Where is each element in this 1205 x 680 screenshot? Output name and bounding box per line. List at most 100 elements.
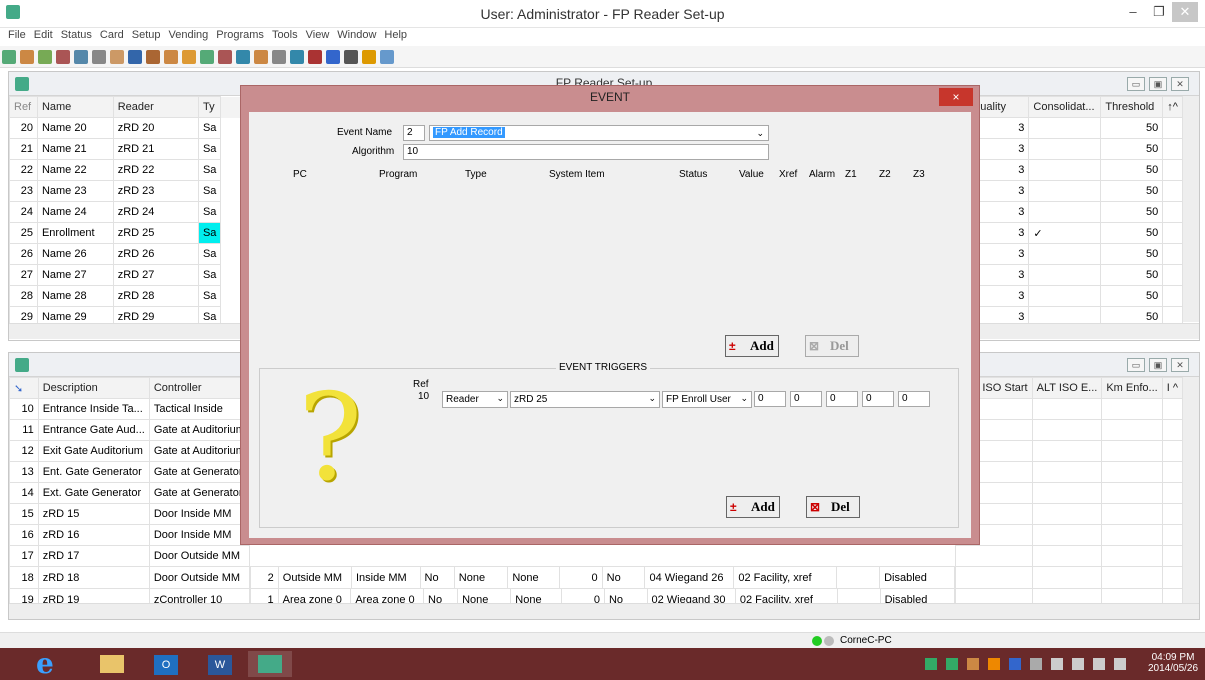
trigger-action-select[interactable]: FP Enroll User ⌄ xyxy=(662,391,752,408)
toolbar-button-icon[interactable] xyxy=(182,50,196,64)
trigger-value-field[interactable]: 0 xyxy=(790,391,822,407)
restore-button[interactable]: ❐ xyxy=(1146,4,1172,20)
pane-maximize-button[interactable]: ▣ xyxy=(1149,77,1167,91)
event-name-select[interactable]: FP Add Record ⌄ xyxy=(429,125,769,141)
row-consolidate[interactable] xyxy=(1028,243,1102,265)
col-controller[interactable]: Controller xyxy=(148,377,250,399)
toolbar-button-icon[interactable] xyxy=(290,50,304,64)
tray-icon[interactable] xyxy=(1051,658,1063,670)
row-consolidate[interactable] xyxy=(1028,264,1102,286)
toolbar-button-icon[interactable] xyxy=(128,50,142,64)
fp-reader-app-icon[interactable] xyxy=(258,655,282,673)
toolbar-button-icon[interactable] xyxy=(74,50,88,64)
menu-item-tools[interactable]: Tools xyxy=(272,29,298,41)
trigger-value-field[interactable]: 0 xyxy=(826,391,858,407)
toolbar-button-icon[interactable] xyxy=(326,50,340,64)
tray-icon[interactable] xyxy=(946,658,958,670)
row-consolidate[interactable] xyxy=(1028,201,1102,223)
toolbar-button-icon[interactable] xyxy=(272,50,286,64)
pane-close-button[interactable]: ✕ xyxy=(1171,358,1189,372)
col-reader[interactable]: Reader xyxy=(112,96,199,118)
menu-item-edit[interactable]: Edit xyxy=(34,29,53,41)
event-number-field[interactable]: 2 xyxy=(403,125,425,141)
trigger-add-button[interactable]: ± Add xyxy=(726,496,780,518)
tray-icon[interactable] xyxy=(1030,658,1042,670)
toolbar-button-icon[interactable] xyxy=(110,50,124,64)
menu-item-view[interactable]: View xyxy=(306,29,330,41)
menu-item-card[interactable]: Card xyxy=(100,29,124,41)
col-alt-iso-end[interactable]: ALT ISO E... xyxy=(1031,377,1103,399)
col-km-enforce[interactable]: Km Enfo... xyxy=(1101,377,1163,399)
row-consolidate[interactable]: ✓ xyxy=(1028,222,1102,244)
close-button[interactable]: ✕ xyxy=(1172,2,1198,22)
tray-icon[interactable] xyxy=(988,658,1000,670)
menu-item-status[interactable]: Status xyxy=(61,29,92,41)
tray-icon[interactable] xyxy=(1093,658,1105,670)
row-consolidate[interactable] xyxy=(1028,138,1102,160)
trigger-value-field[interactable]: 0 xyxy=(898,391,930,407)
table-row[interactable]: 18 zRD 18 Door Outside MM 2 Outside MM Ins… xyxy=(9,566,1184,589)
toolbar-button-icon[interactable] xyxy=(362,50,376,64)
minimize-button[interactable]: – xyxy=(1120,4,1146,19)
toolbar-button-icon[interactable] xyxy=(38,50,52,64)
algorithm-field[interactable]: 10 xyxy=(403,144,769,160)
col-description[interactable]: Description xyxy=(37,377,150,399)
delete-button[interactable]: ⊠ Del xyxy=(805,335,859,357)
vertical-scrollbar[interactable] xyxy=(1183,96,1199,322)
vertical-scrollbar[interactable] xyxy=(1183,377,1199,603)
outlook-icon[interactable]: O xyxy=(154,655,178,675)
menu-item-file[interactable]: File xyxy=(8,29,26,41)
pane-maximize-button[interactable]: ▣ xyxy=(1149,358,1167,372)
trigger-item-select[interactable]: zRD 25 ⌄ xyxy=(510,391,660,408)
pane-minimize-button[interactable]: ▭ xyxy=(1127,358,1145,372)
folder-icon[interactable] xyxy=(100,655,124,673)
toolbar-button-icon[interactable] xyxy=(308,50,322,64)
toolbar-button-icon[interactable] xyxy=(218,50,232,64)
tray-icon[interactable] xyxy=(967,658,979,670)
toolbar-button-icon[interactable] xyxy=(254,50,268,64)
ie-icon[interactable]: e xyxy=(36,650,80,678)
row-consolidate[interactable] xyxy=(1028,180,1102,202)
menu-item-window[interactable]: Window xyxy=(337,29,376,41)
trigger-value-field[interactable]: 0 xyxy=(754,391,786,407)
menu-item-vending[interactable]: Vending xyxy=(168,29,208,41)
toolbar-button-icon[interactable] xyxy=(200,50,214,64)
add-button[interactable]: ± Add xyxy=(725,335,779,357)
row-consolidate[interactable] xyxy=(1028,117,1102,139)
menu-item-help[interactable]: Help xyxy=(384,29,407,41)
col-threshold[interactable]: Threshold xyxy=(1100,96,1164,118)
horizontal-scrollbar[interactable] xyxy=(9,603,1199,619)
toolbar-button-icon[interactable] xyxy=(236,50,250,64)
pane-minimize-button[interactable]: ▭ xyxy=(1127,77,1145,91)
col-more[interactable]: I ^ xyxy=(1161,377,1184,399)
toolbar-button-icon[interactable] xyxy=(164,50,178,64)
toolbar-button-icon[interactable] xyxy=(92,50,106,64)
trigger-value-field[interactable]: 0 xyxy=(862,391,894,407)
clock[interactable]: 04:09 PM 2014/05/26 xyxy=(1148,652,1198,674)
toolbar-button-icon[interactable] xyxy=(56,50,70,64)
col-name[interactable]: Name xyxy=(36,96,114,118)
dialog-close-button[interactable]: × xyxy=(939,88,973,106)
toolbar-button-icon[interactable] xyxy=(20,50,34,64)
tray-icon[interactable] xyxy=(1072,658,1084,670)
toolbar-button-icon[interactable] xyxy=(146,50,160,64)
menu-item-programs[interactable]: Programs xyxy=(216,29,264,41)
pane-close-button[interactable]: ✕ xyxy=(1171,77,1189,91)
row-consolidate[interactable] xyxy=(1028,285,1102,307)
trigger-delete-button[interactable]: ⊠ Del xyxy=(806,496,860,518)
toolbar-button-icon[interactable] xyxy=(380,50,394,64)
toolbar-button-icon[interactable] xyxy=(2,50,16,64)
row-consolidate[interactable] xyxy=(1028,159,1102,181)
col-sort-icon[interactable]: ➘ xyxy=(9,377,39,399)
col-ref[interactable]: Ref xyxy=(9,96,38,118)
col-consolidate[interactable]: Consolidat... xyxy=(1028,96,1102,118)
tray-icon[interactable] xyxy=(925,658,937,670)
menu-item-setup[interactable]: Setup xyxy=(132,29,161,41)
col-more[interactable]: ↑^ xyxy=(1162,96,1183,118)
toolbar-button-icon[interactable] xyxy=(344,50,358,64)
tray-icon[interactable] xyxy=(1114,658,1126,670)
trigger-type-select[interactable]: Reader ⌄ xyxy=(442,391,508,408)
col-type[interactable]: Ty xyxy=(197,96,222,118)
tray-icon[interactable] xyxy=(1009,658,1021,670)
word-icon[interactable]: W xyxy=(208,655,232,675)
